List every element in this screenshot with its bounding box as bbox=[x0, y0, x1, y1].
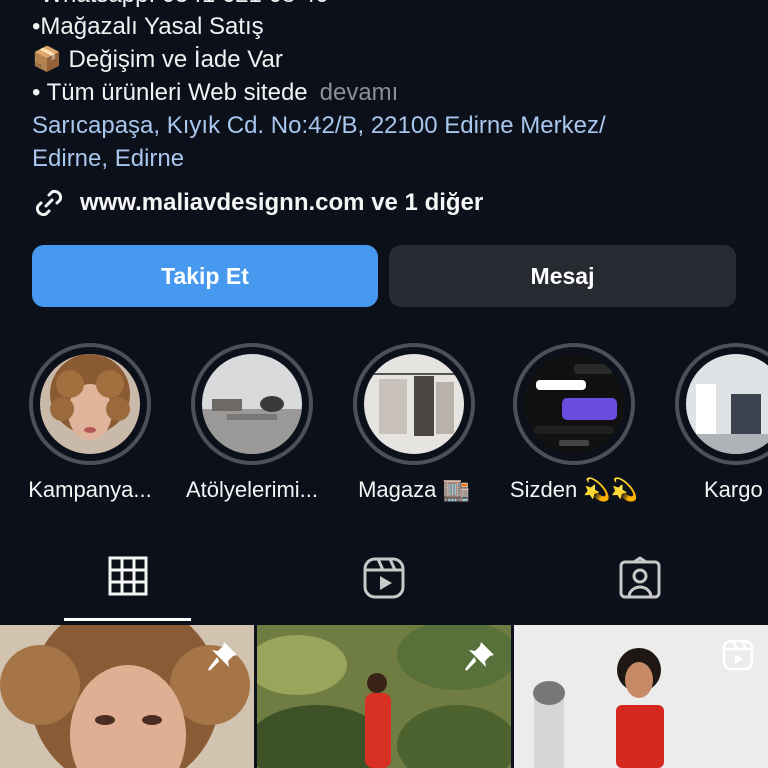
highlight-label: Atölyelerimi... bbox=[185, 477, 319, 502]
address-line-1[interactable]: Sarıcapaşa, Kıyık Cd. No:42/B, 22100 Edi… bbox=[32, 109, 752, 142]
website-link-text: www.maliavdesignn.com ve 1 diğer bbox=[80, 189, 484, 216]
pin-icon bbox=[208, 642, 237, 671]
highlight-label: Kampanya... bbox=[28, 477, 152, 502]
more-link[interactable]: devamı bbox=[320, 79, 399, 106]
highlight-kargo[interactable]: Kargo bbox=[666, 343, 768, 503]
highlight-cover bbox=[40, 354, 140, 454]
highlight-label: Sizden 💫💫 bbox=[509, 477, 639, 502]
highlight-ring bbox=[513, 343, 635, 465]
highlight-ring bbox=[29, 343, 151, 465]
highlight-ring bbox=[675, 343, 768, 465]
profile-tabs bbox=[0, 548, 768, 624]
bio-line-exchange: 📦 Değişim ve İade Var bbox=[32, 46, 283, 73]
highlight-label: Kargo bbox=[704, 477, 763, 502]
tab-tagged[interactable] bbox=[610, 556, 670, 606]
highlight-label: Magaza 🏬 bbox=[358, 477, 470, 502]
tab-reels[interactable] bbox=[354, 556, 414, 606]
post-tile[interactable] bbox=[0, 625, 254, 768]
tagged-user-icon bbox=[619, 556, 661, 599]
pin-icon bbox=[465, 642, 494, 671]
post-tile[interactable] bbox=[257, 625, 511, 768]
highlight-magaza[interactable]: Magaza 🏬 bbox=[344, 343, 484, 503]
highlight-cover bbox=[686, 354, 768, 454]
highlight-cover bbox=[364, 354, 464, 454]
bio-line-store: •Mağazalı Yasal Satış bbox=[32, 13, 264, 40]
website-link[interactable]: www.maliavdesignn.com ve 1 diğer bbox=[32, 186, 483, 220]
highlight-cover bbox=[202, 354, 302, 454]
reels-icon bbox=[722, 639, 754, 671]
post-grid bbox=[0, 625, 768, 768]
tab-posts[interactable] bbox=[98, 556, 158, 606]
highlight-ring bbox=[191, 343, 313, 465]
highlight-ring bbox=[353, 343, 475, 465]
bio-web-text: • Tüm ürünleri Web sitede bbox=[32, 79, 308, 106]
highlight-cover bbox=[524, 354, 624, 454]
highlight-kampanya[interactable]: Kampanya... bbox=[20, 343, 160, 503]
grid-icon bbox=[108, 556, 148, 596]
reels-icon bbox=[363, 557, 405, 599]
highlight-atolye[interactable]: Atölyelerimi... bbox=[182, 343, 322, 503]
link-icon bbox=[35, 189, 63, 217]
bio-line-web: • Tüm ürünleri Web sitede devamı bbox=[32, 76, 752, 109]
active-tab-indicator bbox=[64, 618, 191, 621]
message-button[interactable]: Mesaj bbox=[389, 245, 736, 307]
address-line-2[interactable]: Edirne, Edirne bbox=[32, 142, 752, 175]
post-tile[interactable] bbox=[514, 625, 768, 768]
follow-button[interactable]: Takip Et bbox=[32, 245, 378, 307]
highlight-sizden[interactable]: Sizden 💫💫 bbox=[504, 343, 644, 503]
